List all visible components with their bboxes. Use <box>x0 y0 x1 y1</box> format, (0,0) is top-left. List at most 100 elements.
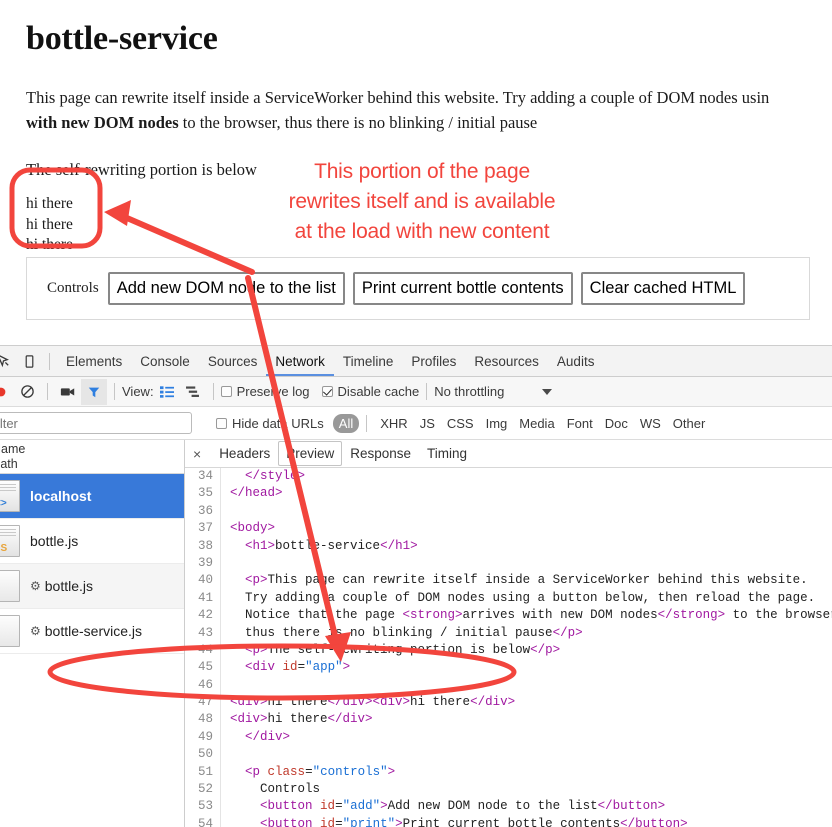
tab-timeline[interactable]: Timeline <box>334 346 403 376</box>
line-number: 34 <box>185 468 221 486</box>
intro-line-1: This page can rewrite itself inside a Se… <box>26 88 770 107</box>
column-header-name[interactable]: Name <box>0 442 25 457</box>
checkbox-box <box>220 386 232 397</box>
code-line-source: <button id="print">Print current bottle … <box>260 816 688 827</box>
toolbar-divider <box>47 383 48 400</box>
tab-profiles[interactable]: Profiles <box>402 346 465 376</box>
hide-data-urls-checkbox[interactable]: Hide data URLs <box>216 416 324 431</box>
detail-tab-timing[interactable]: Timing <box>419 441 475 466</box>
tab-network[interactable]: Network <box>266 346 334 376</box>
preserve-log-checkbox[interactable]: Preserve log <box>220 384 310 399</box>
list-item: hi there <box>26 195 73 212</box>
list-view-icon[interactable] <box>154 379 180 405</box>
line-number: 52 <box>185 781 221 799</box>
request-row-localhost[interactable]: localhost <box>0 474 184 519</box>
devtools-body: Name Path localhost bottle.js ⚙ bottle.j… <box>0 440 832 827</box>
gear-icon: ⚙ <box>30 624 41 638</box>
tab-sources[interactable]: Sources <box>199 346 267 376</box>
network-toolbar: View: Preserve log Disable cache No thro… <box>0 377 832 407</box>
line-number: 44 <box>185 641 221 660</box>
request-row-bottle-js-worker[interactable]: ⚙ bottle.js <box>0 564 184 609</box>
tab-elements[interactable]: Elements <box>57 346 131 376</box>
code-line: 38 <h1>bottle-service</h1> <box>185 537 832 555</box>
code-line: 40 <p>This page can rewrite itself insid… <box>185 572 832 590</box>
code-line-source: <div>hi there</div> <box>230 712 373 727</box>
code-line: 43 thus there is no blinking / initial p… <box>185 624 832 642</box>
filter-type-js[interactable]: JS <box>414 414 441 433</box>
intro-paragraph: This page can rewrite itself inside a Se… <box>26 58 832 135</box>
line-number: 40 <box>185 572 221 590</box>
code-line-source: Controls <box>230 782 321 797</box>
filter-type-doc[interactable]: Doc <box>599 414 634 433</box>
line-number: 45 <box>185 659 221 677</box>
throttling-select[interactable]: No throttling <box>434 384 553 399</box>
filter-funnel-icon[interactable] <box>81 378 107 405</box>
print-bottle-contents-button[interactable]: Print current bottle contents <box>352 272 573 305</box>
code-line: 39 <box>185 554 832 573</box>
response-source-code[interactable]: 34 </style> 35 </head> 36 37 <body> 38 <h1>bot… <box>185 468 832 827</box>
disable-cache-checkbox[interactable]: Disable cache <box>321 384 419 399</box>
toolbar-divider <box>426 383 428 400</box>
record-button-icon[interactable] <box>0 379 14 405</box>
filter-input[interactable] <box>0 412 192 434</box>
request-row-bottle-service-js[interactable]: ⚙ bottle-service.js <box>0 609 184 654</box>
code-line-source <box>221 746 832 763</box>
code-line-source: <button id="add">Add new DOM node to the… <box>260 799 666 814</box>
column-header-path[interactable]: Path <box>0 457 25 472</box>
code-line-source <box>221 555 832 572</box>
inspect-element-icon[interactable] <box>0 348 16 374</box>
tab-resources[interactable]: Resources <box>465 346 548 376</box>
tab-console[interactable]: Console <box>131 346 199 376</box>
add-dom-node-button[interactable]: Add new DOM node to the list <box>107 272 345 305</box>
waterfall-view-icon[interactable] <box>180 379 206 405</box>
code-line-source: <div>hi there</div><div>hi there</div> <box>230 695 516 710</box>
close-icon[interactable]: × <box>193 447 201 461</box>
line-number: 47 <box>185 694 221 712</box>
clear-requests-icon[interactable] <box>14 379 40 405</box>
capture-screenshots-icon[interactable] <box>55 379 81 405</box>
detail-tab-headers[interactable]: Headers <box>211 441 278 466</box>
request-name: bottle-service.js <box>44 623 143 639</box>
code-line: 36 <box>185 502 832 521</box>
clear-cached-html-button[interactable]: Clear cached HTML <box>580 272 746 305</box>
hide-data-urls-label: Hide data URLs <box>232 415 324 431</box>
javascript-file-icon <box>0 525 20 557</box>
controls-label: Controls <box>47 280 99 296</box>
detail-tab-bar: × Headers Preview Response Timing <box>185 440 832 468</box>
filter-type-css[interactable]: CSS <box>441 414 480 433</box>
detail-tab-response[interactable]: Response <box>342 441 419 466</box>
code-line: 51 <p class="controls"> <box>185 763 832 782</box>
detail-tab-preview[interactable]: Preview <box>278 441 343 466</box>
code-line-source <box>221 677 832 694</box>
checkbox-box <box>321 386 333 397</box>
chevron-down-icon <box>542 388 553 395</box>
toolbar-divider <box>114 383 115 400</box>
filter-type-font[interactable]: Font <box>561 414 599 433</box>
code-line: 47 <div>hi there</div><div>hi there</div> <box>185 694 832 712</box>
code-line: 49 </div> <box>185 728 832 747</box>
tab-audits[interactable]: Audits <box>548 346 604 376</box>
device-toolbar-icon[interactable] <box>16 348 42 374</box>
controls-panel: Controls Add new DOM node to the list Pr… <box>26 257 810 320</box>
line-number: 39 <box>185 554 221 573</box>
request-detail-pane: × Headers Preview Response Timing 34 </s… <box>185 440 832 827</box>
network-filter-bar: Hide data URLs All XHR JS CSS Img Media … <box>0 407 832 440</box>
code-line-source: </style> <box>245 469 306 483</box>
filter-type-other[interactable]: Other <box>667 414 712 433</box>
code-line: 52 Controls <box>185 781 832 799</box>
request-name: bottle.js <box>44 578 94 594</box>
filter-type-all[interactable]: All <box>332 413 360 433</box>
filter-type-media[interactable]: Media <box>513 414 560 433</box>
filter-type-xhr[interactable]: XHR <box>374 414 413 433</box>
request-row-bottle-js[interactable]: bottle.js <box>0 519 184 564</box>
code-line: 45 <div id="app"> <box>185 659 832 677</box>
request-list: Name Path localhost bottle.js ⚙ bottle.j… <box>0 440 185 827</box>
code-line: 46 <box>185 676 832 695</box>
list-item: hi there <box>26 215 73 233</box>
intro-strong: with new DOM nodes <box>26 113 179 132</box>
line-number: 53 <box>185 798 221 816</box>
line-number: 41 <box>185 589 221 608</box>
filter-type-img[interactable]: Img <box>480 414 514 433</box>
line-number: 36 <box>185 502 221 521</box>
filter-type-ws[interactable]: WS <box>634 414 667 433</box>
